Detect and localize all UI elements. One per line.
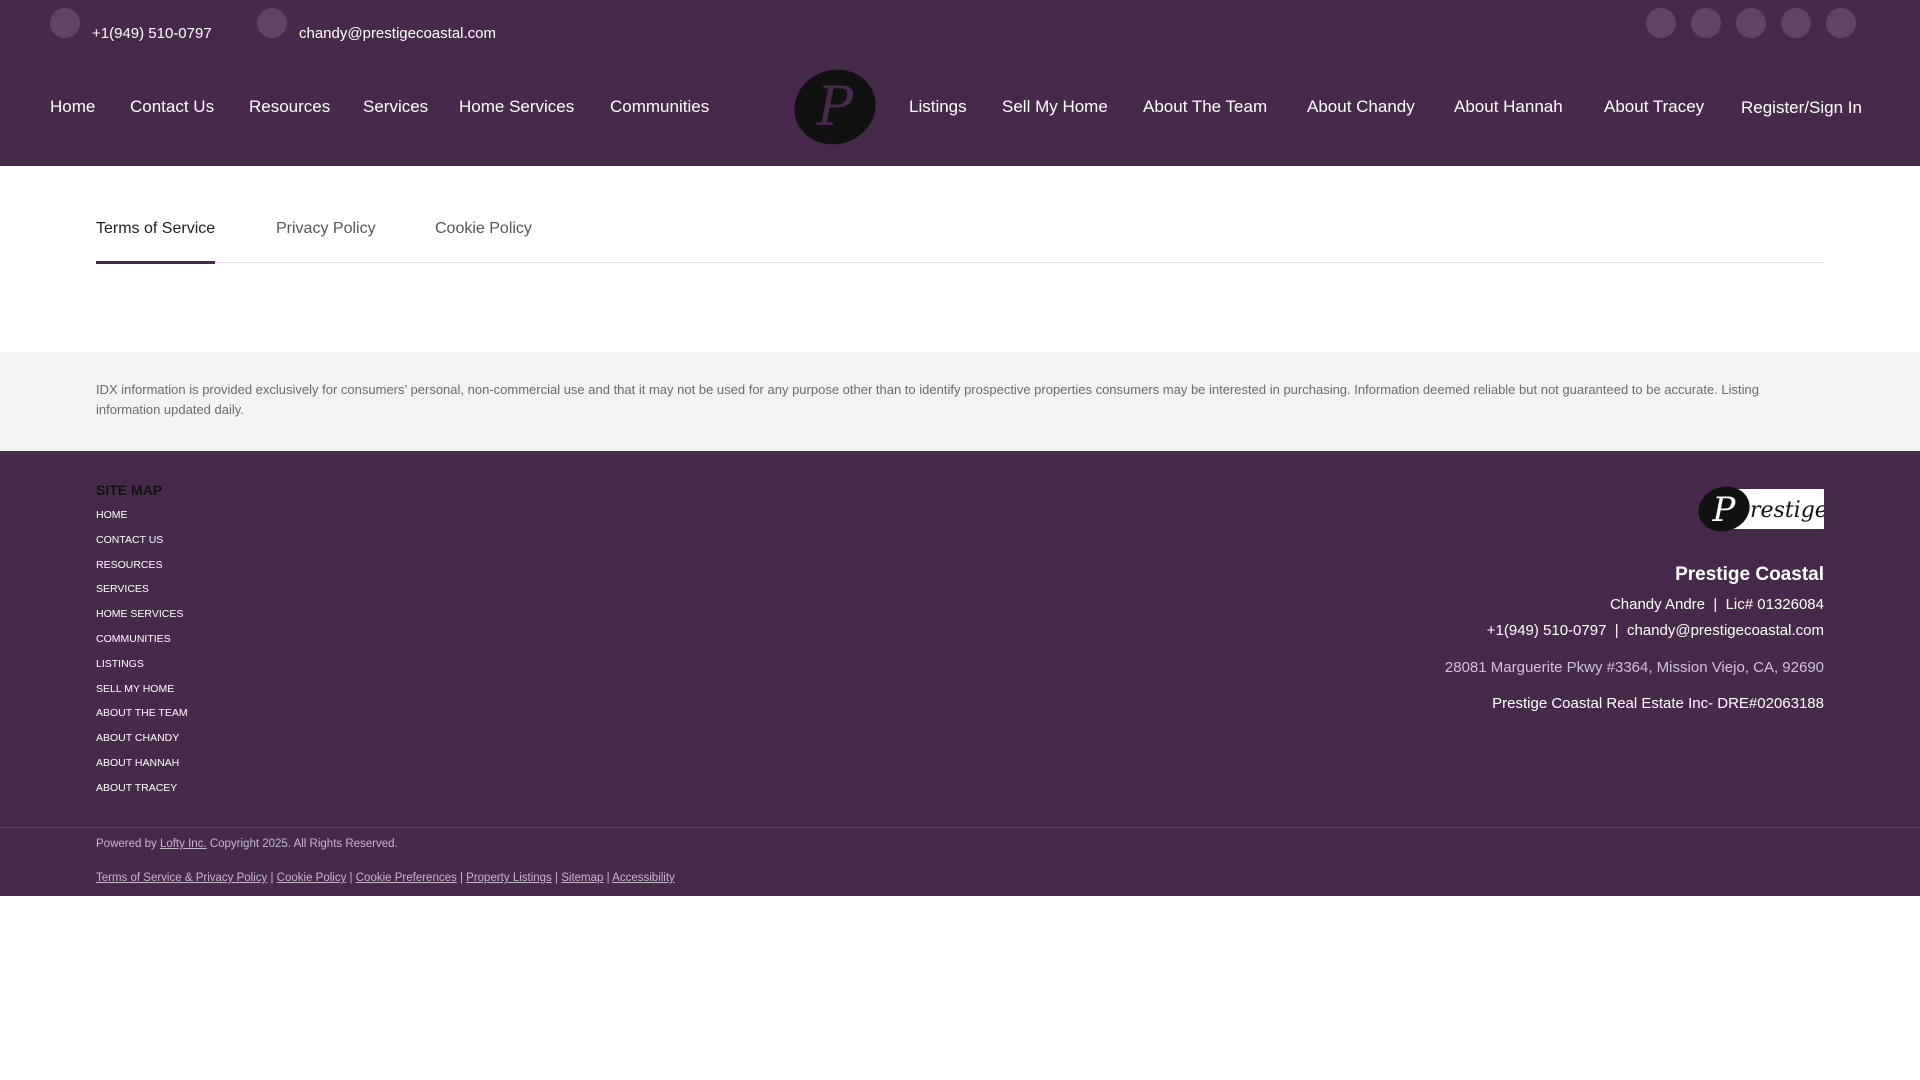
separator: | [349,872,353,884]
nav-home-services[interactable]: Home Services [459,97,574,117]
social-icon-2[interactable] [1691,8,1721,38]
nav-contact-us[interactable]: Contact Us [130,97,214,117]
social-icon-5[interactable] [1826,8,1856,38]
footer-contact: +1(949) 510-0797 | chandy@prestigecoasta… [1486,622,1824,639]
nav-about-tracey[interactable]: About Tracey [1604,97,1704,117]
phone-icon [50,8,80,38]
nav-about-hannah[interactable]: About Hannah [1454,97,1563,117]
office-address: 28081 Marguerite Pkwy #3364, Mission Vie… [1444,659,1824,676]
agent-license: Chandy Andre | Lic# 01326084 [1609,596,1824,613]
sitemap-home-services[interactable]: HOME SERVICES [96,607,188,632]
nav-sell-my-home[interactable]: Sell My Home [1002,97,1108,117]
sitemap-list: HOME CONTACT US RESOURCES SERVICES HOME … [96,508,188,806]
email-icon [257,8,287,38]
terms-privacy-link[interactable]: Terms of Service & Privacy Policy [96,872,267,884]
sitemap-services[interactable]: SERVICES [96,582,188,607]
sitemap-contact-us[interactable]: CONTACT US [96,533,188,558]
cookie-preferences-link[interactable]: Cookie Preferences [356,872,457,884]
site-footer: SITE MAP HOME CONTACT US RESOURCES SERVI… [0,451,1920,896]
disclaimer-text: IDX information is provided exclusively … [96,382,1759,417]
logo-icon[interactable]: P [792,68,878,146]
idx-disclaimer: IDX information is provided exclusively … [0,352,1920,451]
company-name: Prestige Coastal [1675,564,1824,585]
nav-about-chandy[interactable]: About Chandy [1307,97,1415,117]
cookie-policy-link[interactable]: Cookie Policy [277,872,347,884]
social-icon-3[interactable] [1736,8,1766,38]
social-icon-1[interactable] [1646,8,1676,38]
tab-privacy-policy[interactable]: Privacy Policy [276,220,376,261]
property-listings-link[interactable]: Property Listings [466,872,552,884]
powered-by: Powered by Lofty Inc. Copyright 2025. Al… [96,838,398,850]
svg-text:P: P [1712,490,1737,530]
social-links [1646,8,1856,38]
nav-communities[interactable]: Communities [610,97,709,117]
sitemap-listings[interactable]: LISTINGS [96,657,188,682]
sitemap-about-hannah[interactable]: ABOUT HANNAH [96,756,188,781]
site-header: +1(949) 510-0797 chandy@prestigecoastal.… [0,0,1920,166]
separator: | [270,872,274,884]
topbar-email[interactable]: chandy@prestigecoastal.com [299,25,496,42]
lofty-link[interactable]: Lofty Inc. [160,838,207,850]
nav-about-the-team[interactable]: About The Team [1143,97,1267,117]
separator: | [555,872,559,884]
footer-divider [0,827,1920,828]
sitemap-title: SITE MAP [96,482,163,498]
register-sign-in-link[interactable]: Register/Sign In [1741,98,1862,118]
separator: | [459,872,463,884]
tab-terms-of-service[interactable]: Terms of Service [96,220,216,264]
footer-logo-text: restige [1750,498,1824,523]
copyright-text: Copyright 2025. All Rights Reserved. [209,838,398,850]
powered-prefix: Powered by [96,838,157,850]
nav-services[interactable]: Services [363,97,428,117]
sitemap-link[interactable]: Sitemap [561,872,603,884]
sitemap-about-chandy[interactable]: ABOUT CHANDY [96,731,188,756]
dre-license: Prestige Coastal Real Estate Inc- DRE#02… [1492,695,1824,712]
sitemap-home[interactable]: HOME [96,508,188,533]
sitemap-resources[interactable]: RESOURCES [96,558,188,583]
topbar-phone[interactable]: +1(949) 510-0797 [92,25,212,42]
social-icon-4[interactable] [1781,8,1811,38]
nav-listings[interactable]: Listings [909,97,967,117]
separator: | [606,872,610,884]
policy-tabs: Terms of Service Privacy Policy Cookie P… [96,200,1824,264]
sitemap-communities[interactable]: COMMUNITIES [96,632,188,657]
sitemap-about-tracey[interactable]: ABOUT TRACEY [96,781,188,806]
nav-home[interactable]: Home [50,97,95,117]
tab-cookie-policy[interactable]: Cookie Policy [435,220,532,261]
footer-logo: P restige [1698,486,1824,532]
nav-resources[interactable]: Resources [249,97,330,117]
legal-links: Terms of Service & Privacy Policy | Cook… [96,872,675,884]
sitemap-sell-my-home[interactable]: SELL MY HOME [96,682,188,707]
sitemap-about-the-team[interactable]: ABOUT THE TEAM [96,706,188,731]
svg-text:P: P [816,75,855,138]
accessibility-link[interactable]: Accessibility [612,872,675,884]
